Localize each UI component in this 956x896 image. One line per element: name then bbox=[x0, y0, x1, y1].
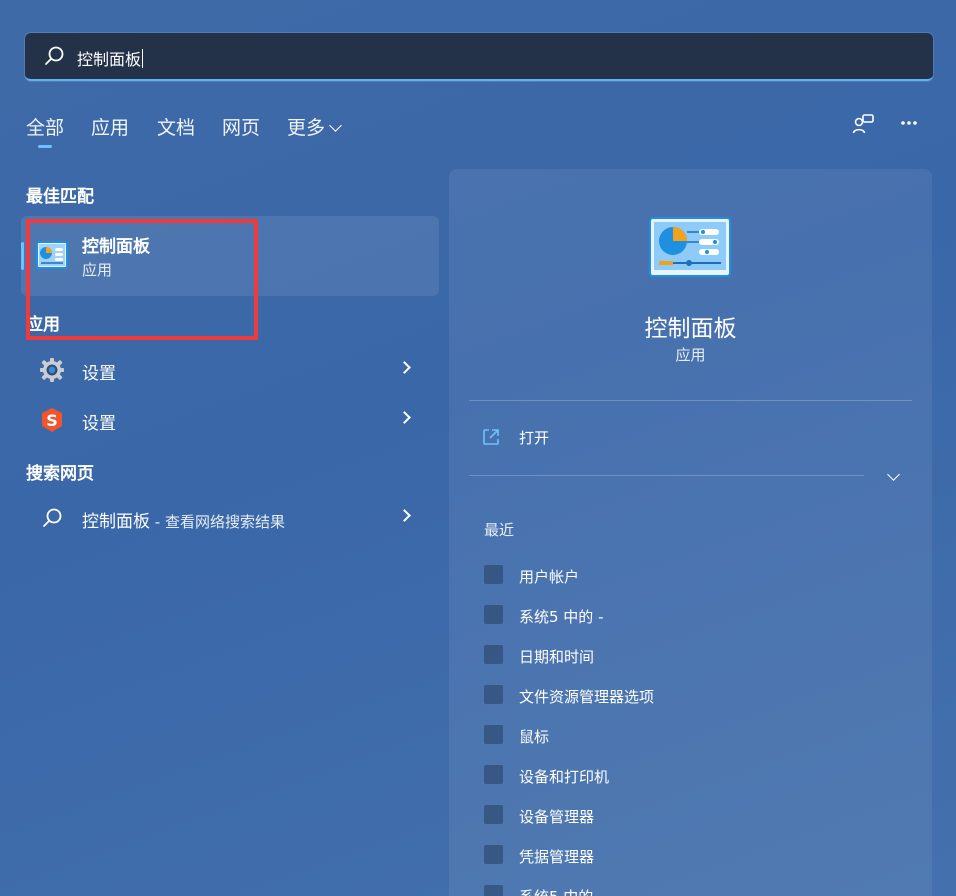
highlight-box bbox=[26, 219, 258, 340]
sogou-icon: S bbox=[42, 408, 62, 432]
active-tab-indicator bbox=[38, 145, 52, 148]
detail-panel: 控制面板 应用 打开 最近 用户帐户 系统5 中的 - 日期和时间 文件资源管理… bbox=[449, 169, 932, 896]
more-options-icon[interactable] bbox=[900, 120, 918, 126]
tab-all[interactable]: 全部 bbox=[26, 113, 64, 140]
search-icon bbox=[45, 46, 64, 65]
recent-item-icon bbox=[484, 725, 503, 744]
recent-heading: 最近 bbox=[484, 521, 515, 539]
chevron-right-icon bbox=[398, 509, 411, 522]
recent-item-icon bbox=[484, 805, 503, 824]
search-bar[interactable]: 控制面板 bbox=[25, 33, 933, 81]
web-search-result[interactable]: 控制面板 - 查看网络搜索结果 bbox=[21, 495, 439, 539]
app-result-label: 设置 bbox=[82, 414, 116, 434]
recent-item-icon bbox=[484, 565, 503, 584]
selection-indicator bbox=[21, 242, 24, 270]
chevron-right-icon bbox=[398, 361, 411, 374]
tab-apps[interactable]: 应用 bbox=[91, 113, 129, 140]
open-external-icon bbox=[483, 429, 499, 445]
recent-item-icon bbox=[484, 845, 503, 864]
open-label: 打开 bbox=[519, 429, 550, 447]
chevron-down-icon bbox=[329, 119, 342, 132]
detail-subtitle: 应用 bbox=[675, 346, 706, 364]
detail-title: 控制面板 bbox=[644, 316, 737, 342]
gear-icon bbox=[40, 358, 64, 382]
tab-more[interactable]: 更多 bbox=[287, 113, 342, 140]
search-input[interactable]: 控制面板 bbox=[77, 46, 144, 70]
recent-item-icon bbox=[484, 885, 503, 896]
search-icon bbox=[43, 508, 62, 527]
svg-text:S: S bbox=[46, 411, 58, 430]
app-result-sogou-settings[interactable]: S 设置 bbox=[21, 397, 439, 441]
recent-item-icon bbox=[484, 685, 503, 704]
tab-web[interactable]: 网页 bbox=[222, 113, 260, 140]
web-result-label: 控制面板 - 查看网络搜索结果 bbox=[82, 512, 285, 532]
recent-item-icon bbox=[484, 605, 503, 624]
control-panel-icon bbox=[649, 217, 731, 277]
section-web: 搜索网页 bbox=[26, 464, 94, 484]
chevron-down-icon[interactable] bbox=[887, 468, 900, 481]
divider bbox=[469, 475, 864, 476]
account-switch-icon[interactable] bbox=[852, 113, 876, 135]
section-best-match: 最佳匹配 bbox=[26, 187, 94, 207]
recent-item-icon bbox=[484, 765, 503, 784]
chevron-right-icon bbox=[398, 411, 411, 424]
app-result-settings[interactable]: 设置 bbox=[21, 347, 439, 391]
divider bbox=[469, 400, 912, 401]
tab-documents[interactable]: 文档 bbox=[157, 113, 195, 140]
app-result-label: 设置 bbox=[82, 364, 116, 384]
recent-item-icon bbox=[484, 645, 503, 664]
